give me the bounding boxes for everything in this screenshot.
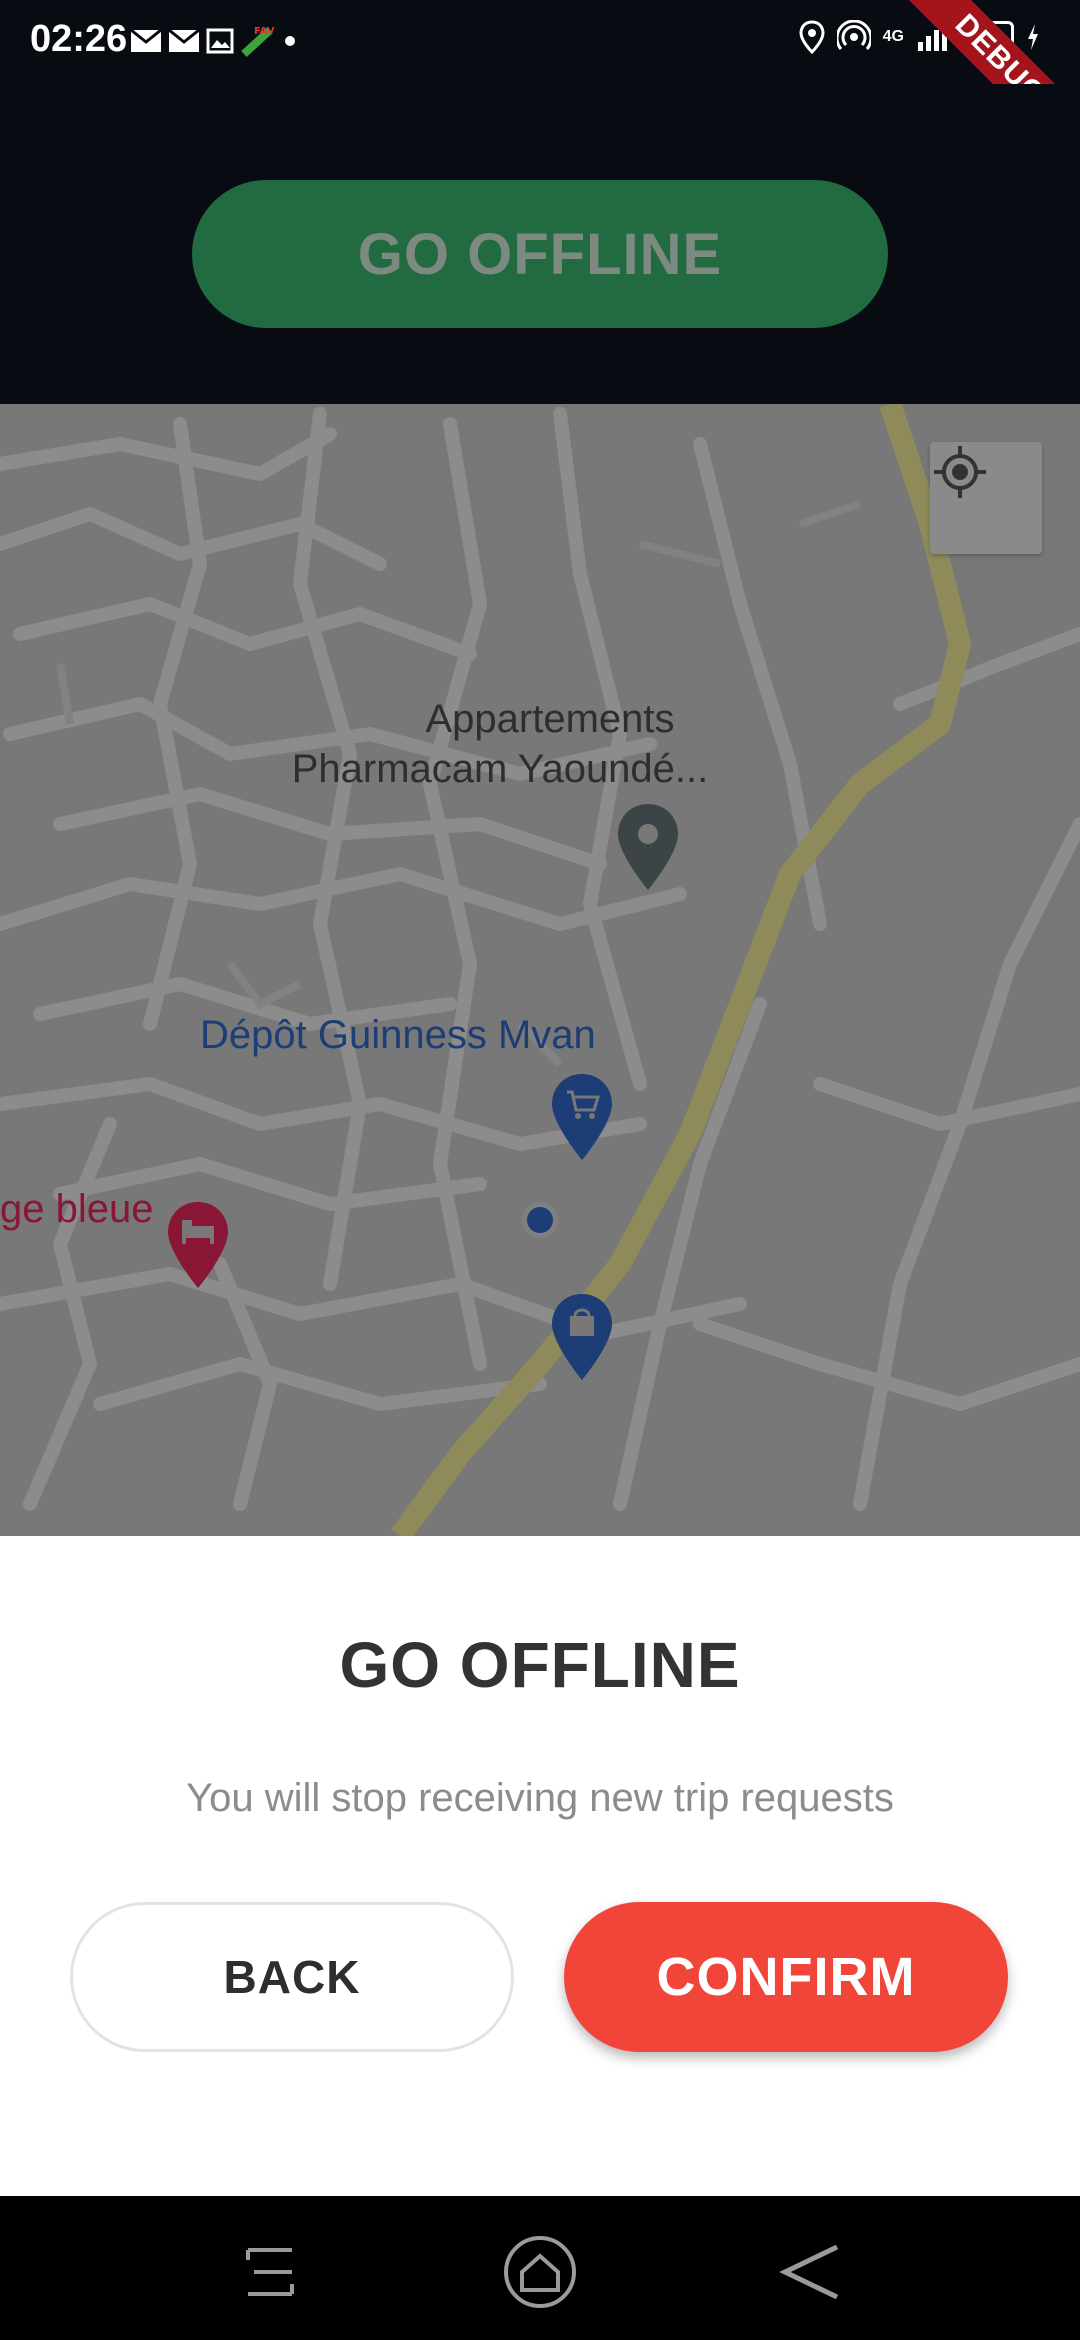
mail-icon (130, 29, 162, 52)
map-view[interactable]: Appartements Pharmacam Yaoundé... Dépôt … (0, 404, 1080, 1536)
shopping-cart-pin-icon[interactable] (550, 1072, 614, 1162)
my-location-icon (934, 446, 986, 498)
nav-back-button[interactable] (770, 2232, 850, 2312)
place-pin-icon[interactable] (616, 802, 680, 892)
nav-recents-button[interactable] (230, 2232, 310, 2312)
mail-icon (168, 29, 200, 52)
map-label-depot: Dépôt Guinness Mvan (200, 1013, 596, 1057)
sheet-subtitle: You will stop receiving new trip request… (186, 1776, 894, 1820)
top-panel: GO OFFLINE (0, 84, 1080, 404)
network-type: 4G (882, 28, 904, 45)
home-icon (504, 2236, 576, 2308)
menu-icon (246, 2248, 294, 2296)
shopping-bag-pin-icon[interactable] (550, 1292, 614, 1382)
map-label-auberge: ge bleue (0, 1187, 154, 1231)
map-label-appartements: Appartements Pharmacam Yaoundé... (240, 694, 860, 794)
dot-icon (285, 36, 295, 46)
go-offline-sheet: GO OFFLINE You will stop receiving new t… (0, 1536, 1080, 2196)
confirm-button[interactable]: CONFIRM (564, 1902, 1008, 2052)
svg-text:FAV: FAV (254, 26, 275, 37)
status-time: 02:26 (30, 18, 128, 60)
nav-home-button[interactable] (500, 2232, 580, 2312)
hotspot-icon (836, 20, 871, 50)
my-location-button[interactable] (930, 442, 1042, 554)
notification-icons: FAV (130, 24, 298, 58)
go-offline-button[interactable]: GO OFFLINE (192, 180, 888, 328)
location-icon (799, 20, 825, 54)
charging-icon (1028, 24, 1038, 50)
map-label-appartements-line1: Appartements (425, 697, 675, 741)
hotel-pin-icon[interactable] (166, 1200, 230, 1290)
current-location-dot (522, 1202, 558, 1238)
sheet-title: GO OFFLINE (339, 1629, 741, 1701)
map-roads (0, 404, 1080, 1536)
back-arrow-icon (779, 2244, 839, 2300)
status-bar: 02:26 FAV 4G 66 DEBUG (0, 0, 1080, 182)
map-label-appartements-line2: Pharmacam Yaoundé... (291, 747, 709, 791)
image-icon (206, 28, 234, 54)
back-button[interactable]: BACK (70, 1902, 514, 2052)
system-nav-bar (0, 2196, 1080, 2340)
app-icon: FAV (241, 26, 275, 57)
